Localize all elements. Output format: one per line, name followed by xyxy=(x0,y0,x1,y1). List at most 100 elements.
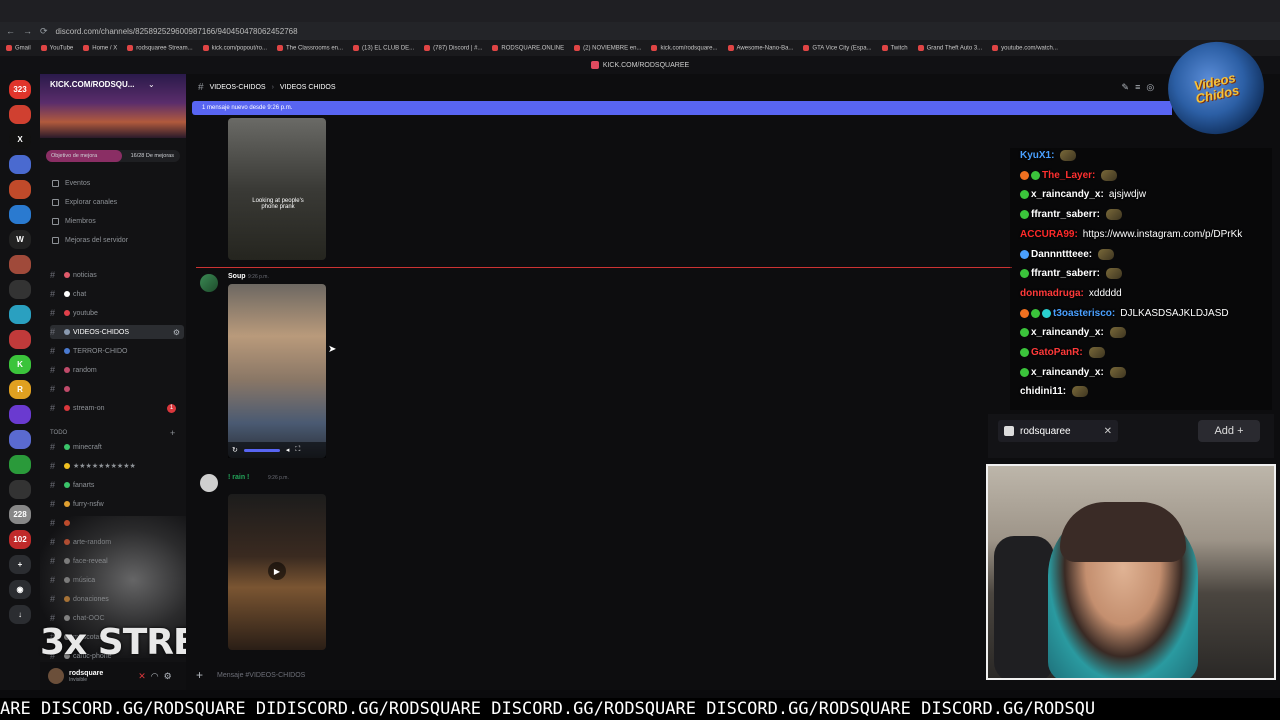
address-bar[interactable]: ← → ⟳ discord.com/channels/8258925296009… xyxy=(0,22,1280,40)
server-icon[interactable]: R xyxy=(9,380,31,399)
bookmark-item[interactable]: kick.com/popout/ro... xyxy=(203,45,267,51)
settings-gear-icon[interactable]: ⚙ xyxy=(173,328,184,337)
channel-item[interactable]: # random xyxy=(50,363,184,377)
new-messages-banner[interactable]: 1 mensaje nuevo desde 9:26 p.m. xyxy=(192,101,1172,115)
reload-icon[interactable]: ⟳ xyxy=(40,26,48,37)
sidebar-utility-item[interactable]: Eventos xyxy=(52,180,90,187)
boost-progress-bar[interactable]: Objetivo de mejora 16/28 De mejoras xyxy=(46,150,180,162)
server-icon[interactable]: 102 xyxy=(9,530,31,549)
avatar[interactable] xyxy=(200,474,218,492)
tab-title[interactable]: KICK.COM/RODSQUAREE xyxy=(603,62,689,69)
server-icon[interactable] xyxy=(9,305,31,324)
server-icon[interactable]: K xyxy=(9,355,31,374)
fullscreen-icon[interactable]: ⛶ xyxy=(295,446,300,454)
server-icon[interactable]: ↓ xyxy=(9,605,31,624)
bookmark-item[interactable]: rodsquaree Stream... xyxy=(127,45,192,51)
server-icon[interactable]: ◉ xyxy=(9,580,31,599)
members-icon[interactable]: ◎ xyxy=(1146,82,1154,93)
category-todo[interactable]: TODO xyxy=(50,430,67,436)
channel-item[interactable]: # música xyxy=(50,573,184,587)
mute-mic-icon[interactable]: ✕ xyxy=(138,671,146,682)
video-progress-bar[interactable] xyxy=(243,448,280,452)
channel-item[interactable]: # VIDEOS-CHIDOS ⚙ xyxy=(50,325,184,339)
play-icon[interactable]: ▶ xyxy=(268,562,286,580)
bookmark-item[interactable]: (2) NOVIEMBRE en... xyxy=(574,45,641,51)
avatar[interactable] xyxy=(200,274,218,292)
bookmark-item[interactable]: GTA Vice City (Espa... xyxy=(803,45,871,51)
video-attachment[interactable]: ▶ xyxy=(228,494,326,650)
channel-item[interactable]: # arte-random xyxy=(50,535,184,549)
sidebar-utility-item[interactable]: Miembros xyxy=(52,218,96,225)
pin-icon[interactable]: ✎ xyxy=(1122,82,1130,93)
message-author[interactable]: ! rain ! xyxy=(228,474,249,481)
server-icon[interactable]: + xyxy=(9,555,31,574)
channel-item[interactable]: # youtube xyxy=(50,306,184,320)
bookmark-item[interactable]: Gmail xyxy=(6,45,31,51)
video-attachment[interactable] xyxy=(228,118,326,260)
channel-item[interactable]: # ★★★★★★★★★★ xyxy=(50,459,184,473)
sidebar-utility-item[interactable]: Explorar canales xyxy=(52,199,117,206)
bookmark-item[interactable]: The Classrooms en... xyxy=(277,45,343,51)
channel-item[interactable]: # fanarts xyxy=(50,478,184,492)
channel-item[interactable]: # minecraft xyxy=(50,440,184,454)
channel-item[interactable]: # stream-on 1 xyxy=(50,401,184,415)
bookmark-item[interactable]: kick.com/rodsquare... xyxy=(651,45,717,51)
server-icon[interactable] xyxy=(9,455,31,474)
server-name[interactable]: KICK.COM/RODSQU... xyxy=(50,80,134,89)
server-icon[interactable]: X xyxy=(9,130,31,149)
bookmark-item[interactable]: Home / X xyxy=(83,45,117,51)
channel-item[interactable]: # xyxy=(50,382,184,396)
server-icon[interactable] xyxy=(9,255,31,274)
bookmark-item[interactable]: RODSQUARE.ONLINE xyxy=(492,45,564,51)
bookmark-item[interactable]: (787) Discord | #... xyxy=(424,45,482,51)
server-icon[interactable] xyxy=(9,430,31,449)
video-attachment[interactable] xyxy=(228,284,326,458)
server-icon[interactable] xyxy=(9,180,31,199)
back-icon[interactable]: ← xyxy=(6,26,15,36)
channel-item[interactable]: # xyxy=(50,516,184,530)
server-icon[interactable] xyxy=(9,405,31,424)
channel-item[interactable]: # face-reveal xyxy=(50,554,184,568)
server-icon[interactable] xyxy=(9,330,31,349)
channel-item[interactable]: # chat xyxy=(50,287,184,301)
server-icon[interactable] xyxy=(9,205,31,224)
server-icon[interactable] xyxy=(9,480,31,499)
add-button[interactable]: Add + xyxy=(1198,420,1260,442)
chevron-down-icon[interactable]: ⌄ xyxy=(148,80,155,89)
channel-item[interactable]: # furry-nsfw xyxy=(50,497,184,511)
breadcrumb-thread[interactable]: VIDEOS CHIDOS xyxy=(280,84,336,91)
server-icon[interactable]: 228 xyxy=(9,505,31,524)
settings-gear-icon[interactable]: ⚙ xyxy=(164,671,172,682)
forward-icon[interactable]: → xyxy=(23,26,32,36)
headphones-icon[interactable]: ◠ xyxy=(151,671,159,682)
server-icon[interactable]: W xyxy=(9,230,31,249)
avatar[interactable] xyxy=(48,668,64,684)
breadcrumb-channel[interactable]: VIDEOS-CHIDOS xyxy=(210,84,266,91)
server-banner[interactable]: KICK.COM/RODSQU... ⌄ xyxy=(40,74,186,138)
volume-icon[interactable]: ◂ xyxy=(286,446,290,454)
server-icon[interactable] xyxy=(9,155,31,174)
add-channel-icon[interactable]: + xyxy=(170,428,175,438)
bookmark-item[interactable]: (13) EL CLUB DE... xyxy=(353,45,414,51)
server-icon[interactable] xyxy=(9,280,31,299)
url-text[interactable]: discord.com/channels/825892529600987166/… xyxy=(56,27,298,36)
message-author[interactable]: Soup xyxy=(228,273,246,280)
bookmark-item[interactable]: Twitch xyxy=(882,45,908,51)
composer-placeholder[interactable]: Mensaje #VIDEOS-CHIDOS xyxy=(217,672,305,679)
close-icon[interactable]: ✕ xyxy=(1104,426,1118,437)
server-icon[interactable]: 323 xyxy=(9,80,31,99)
channel-chip[interactable]: rodsquaree ✕ xyxy=(998,420,1118,442)
add-attachment-icon[interactable]: + xyxy=(196,668,203,682)
channel-item[interactable]: # TERROR-CHIDO xyxy=(50,344,184,358)
replay-icon[interactable]: ↻ xyxy=(232,446,238,454)
threads-icon[interactable]: ≡ xyxy=(1135,82,1140,92)
sidebar-utility-item[interactable]: Mejoras del servidor xyxy=(52,237,128,244)
message-composer[interactable]: + Mensaje #VIDEOS-CHIDOS xyxy=(196,664,1006,686)
channel-item[interactable]: # noticias xyxy=(50,268,184,282)
bookmark-item[interactable]: Grand Theft Auto 3... xyxy=(918,45,983,51)
bookmark-item[interactable]: YouTube xyxy=(41,45,74,51)
bookmark-item[interactable]: youtube.com/watch... xyxy=(992,45,1058,51)
server-icon[interactable] xyxy=(9,105,31,124)
channel-item[interactable]: # donaciones xyxy=(50,592,184,606)
bookmark-item[interactable]: Awesome-Nano-Ba... xyxy=(728,45,794,51)
